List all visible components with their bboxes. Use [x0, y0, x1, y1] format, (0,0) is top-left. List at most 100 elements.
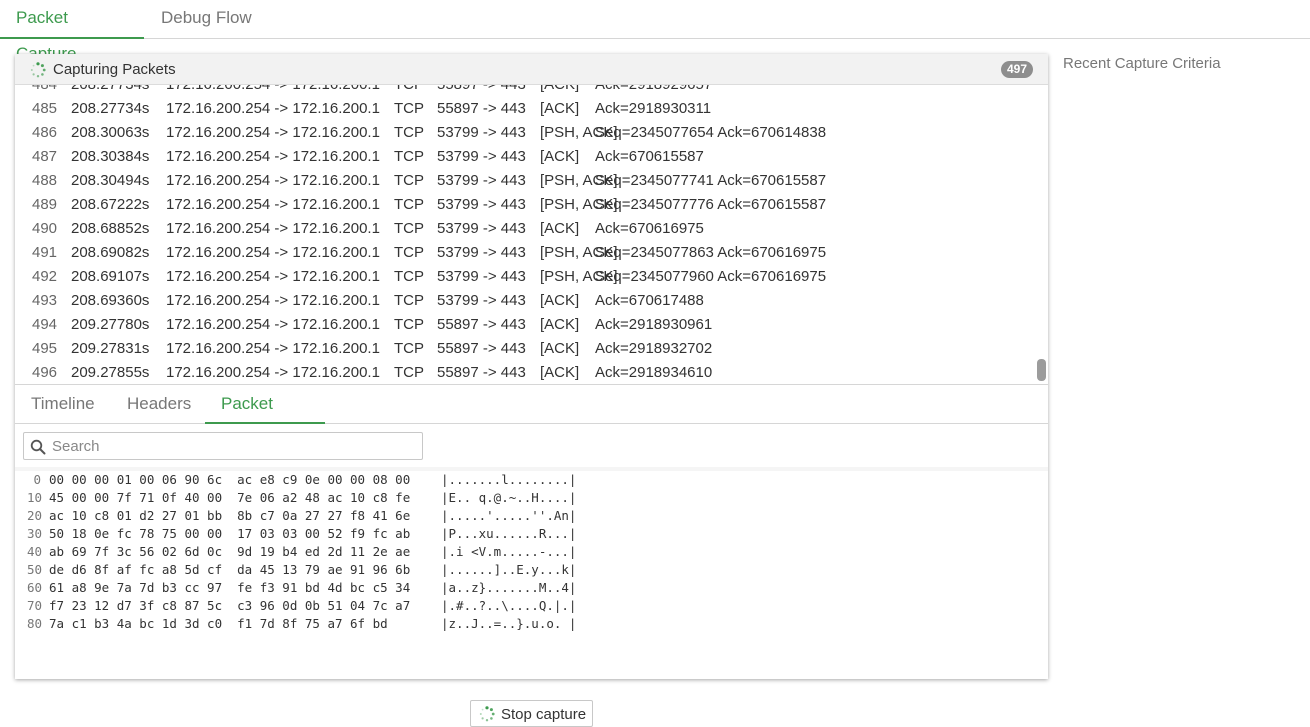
packet-info: Ack=2918934610: [595, 364, 713, 381]
packet-time: 208.30063s: [71, 124, 150, 141]
packet-time: 208.27734s: [71, 100, 150, 117]
packet-num: 485: [32, 100, 58, 117]
packet-row[interactable]: 494 209.27780s 172.16.200.254 -> 172.16.20…: [15, 313, 1035, 337]
packet-flags: [ACK]: [540, 340, 580, 357]
packet-route: 172.16.200.254 -> 172.16.200.1: [166, 316, 380, 333]
packet-time: 208.68852s: [71, 220, 150, 237]
packet-proto: TCP: [394, 316, 424, 333]
tab-headers[interactable]: Headers: [111, 386, 207, 424]
packet-ports: 55897 -> 443: [437, 340, 526, 357]
packet-row[interactable]: 493 208.69360s 172.16.200.254 -> 172.16.20…: [15, 289, 1035, 313]
tab-debug-flow[interactable]: Debug Flow: [145, 0, 268, 39]
packet-num: 484: [32, 85, 57, 97]
packet-time: 208.27734s: [71, 85, 149, 97]
packet-row[interactable]: 487 208.30384s 172.16.200.254 -> 172.16.20…: [15, 145, 1035, 169]
hex-offset: 10: [27, 490, 43, 505]
packet-proto: TCP: [394, 124, 424, 141]
hex-offset: 80: [27, 616, 43, 631]
packet-num: 494: [32, 316, 58, 333]
hex-bytes: f7 23 12 d7 3f c8 87 5c c3 96 0d 0b 51 0…: [49, 598, 411, 613]
packet-ports: 55897 -> 443: [437, 100, 526, 117]
packet-time: 209.27780s: [71, 316, 150, 333]
hex-offset: 40: [27, 544, 43, 559]
spinner-icon: [479, 706, 495, 722]
packet-ports: 53799 -> 443: [437, 268, 526, 285]
hex-ascii: |.....'.....''.An|: [441, 508, 577, 523]
hex-dump: 0 00 00 00 01 00 06 90 6c ac e8 c9 0e 00 …: [15, 467, 1048, 679]
packet-list[interactable]: 484 208.27734s 172.16.200.254 -> 172.16.20…: [15, 85, 1048, 385]
packet-route: 172.16.200.254 -> 172.16.200.1: [166, 364, 380, 381]
packet-route: 172.16.200.254 -> 172.16.200.1: [166, 292, 380, 309]
panel-title: Capturing Packets: [53, 61, 176, 78]
packet-ports: 53799 -> 443: [437, 244, 526, 261]
packet-proto: TCP: [394, 244, 424, 261]
packet-row[interactable]: 486 208.30063s 172.16.200.254 -> 172.16.20…: [15, 121, 1035, 145]
packet-proto: TCP: [394, 292, 424, 309]
packet-info: Ack=2918929657: [595, 85, 712, 97]
packet-row[interactable]: 496 209.27855s 172.16.200.254 -> 172.16.20…: [15, 361, 1035, 384]
packet-info: Ack=2918930961: [595, 316, 713, 333]
tab-timeline[interactable]: Timeline: [15, 386, 111, 424]
packet-info: Seq=2345077776 Ack=670615587: [595, 196, 827, 213]
packet-time: 208.69082s: [71, 244, 150, 261]
packet-ports: 53799 -> 443: [437, 220, 526, 237]
tab-packet-data[interactable]: Packet Data: [205, 386, 325, 449]
packet-num: 496: [32, 364, 58, 381]
hex-ascii: |......]..E.y...k|: [441, 562, 577, 577]
search-input[interactable]: [50, 435, 418, 457]
packet-info: Ack=2918932702: [595, 340, 713, 357]
hex-bytes: 7a c1 b3 4a bc 1d 3d c0 f1 7d 8f 75 a7 6…: [49, 616, 388, 631]
hex-bytes: ac 10 c8 01 d2 27 01 bb 8b c7 0a 27 27 f…: [49, 508, 411, 523]
packet-time: 208.69360s: [71, 292, 150, 309]
packet-ports: 53799 -> 443: [437, 196, 526, 213]
packet-time: 209.27855s: [71, 364, 150, 381]
packet-row[interactable]: 485 208.27734s 172.16.200.254 -> 172.16.20…: [15, 97, 1035, 121]
hex-ascii: |E.. q.@.~..H....|: [441, 490, 577, 505]
packet-row[interactable]: 488 208.30494s 172.16.200.254 -> 172.16.20…: [15, 169, 1035, 193]
hex-bytes: ab 69 7f 3c 56 02 6d 0c 9d 19 b4 ed 2d 1…: [49, 544, 411, 559]
packet-route: 172.16.200.254 -> 172.16.200.1: [166, 172, 380, 189]
packet-rows: 484 208.27734s 172.16.200.254 -> 172.16.20…: [15, 85, 1035, 384]
hex-ascii: |.......l........|: [441, 472, 577, 487]
scrollbar-thumb[interactable]: [1037, 359, 1046, 381]
packet-row[interactable]: 492 208.69107s 172.16.200.254 -> 172.16.20…: [15, 265, 1035, 289]
packet-row[interactable]: 484 208.27734s 172.16.200.254 -> 172.16.20…: [15, 85, 1035, 97]
packet-flags: [ACK]: [540, 364, 580, 381]
packet-info: Seq=2345077654 Ack=670614838: [595, 124, 827, 141]
packet-row[interactable]: 489 208.67222s 172.16.200.254 -> 172.16.20…: [15, 193, 1035, 217]
packet-route: 172.16.200.254 -> 172.16.200.1: [166, 124, 380, 141]
packet-row[interactable]: 490 208.68852s 172.16.200.254 -> 172.16.20…: [15, 217, 1035, 241]
top-tab-bar: Packet Capture Debug Flow: [0, 0, 1310, 63]
packet-num: 487: [32, 148, 58, 165]
packet-time: 208.30494s: [71, 172, 150, 189]
packet-route: 172.16.200.254 -> 172.16.200.1: [166, 268, 380, 285]
tab-packet-capture[interactable]: Packet Capture: [0, 0, 144, 63]
packet-route: 172.16.200.254 -> 172.16.200.1: [166, 85, 380, 97]
packet-flags: [ACK]: [540, 148, 580, 165]
packet-num: 488: [32, 172, 58, 189]
hex-bytes: 61 a8 9e 7a 7d b3 cc 97 fe f3 91 bd 4d b…: [49, 580, 411, 595]
packet-row[interactable]: 491 208.69082s 172.16.200.254 -> 172.16.20…: [15, 241, 1035, 265]
packet-row[interactable]: 495 209.27831s 172.16.200.254 -> 172.16.20…: [15, 337, 1035, 361]
detail-tab-bar: Timeline Headers Packet Data: [15, 386, 1048, 449]
packet-flags: [ACK]: [540, 220, 580, 237]
packet-proto: TCP: [394, 340, 424, 357]
capture-panel: Capturing Packets 497 484 208.27734s 172.1…: [15, 54, 1048, 679]
hex-offset: 70: [27, 598, 43, 613]
hex-bytes: 00 00 00 01 00 06 90 6c ac e8 c9 0e 00 0…: [49, 472, 411, 487]
packet-num: 493: [32, 292, 58, 309]
packet-route: 172.16.200.254 -> 172.16.200.1: [166, 196, 380, 213]
packet-time: 209.27831s: [71, 340, 150, 357]
stop-capture-button[interactable]: Stop capture: [470, 700, 593, 727]
packet-route: 172.16.200.254 -> 172.16.200.1: [166, 340, 380, 357]
hex-offset: 30: [27, 526, 43, 541]
packet-num: 486: [32, 124, 58, 141]
packet-time: 208.67222s: [71, 196, 150, 213]
packet-num: 489: [32, 196, 58, 213]
packet-flags: [ACK]: [540, 100, 580, 117]
packet-info: Ack=670617488: [595, 292, 704, 309]
hex-ascii: |.#..?..\....Q.|.|: [441, 598, 577, 613]
scrollbar-track[interactable]: [1037, 85, 1046, 384]
packet-proto: TCP: [394, 85, 424, 97]
packet-proto: TCP: [394, 148, 424, 165]
